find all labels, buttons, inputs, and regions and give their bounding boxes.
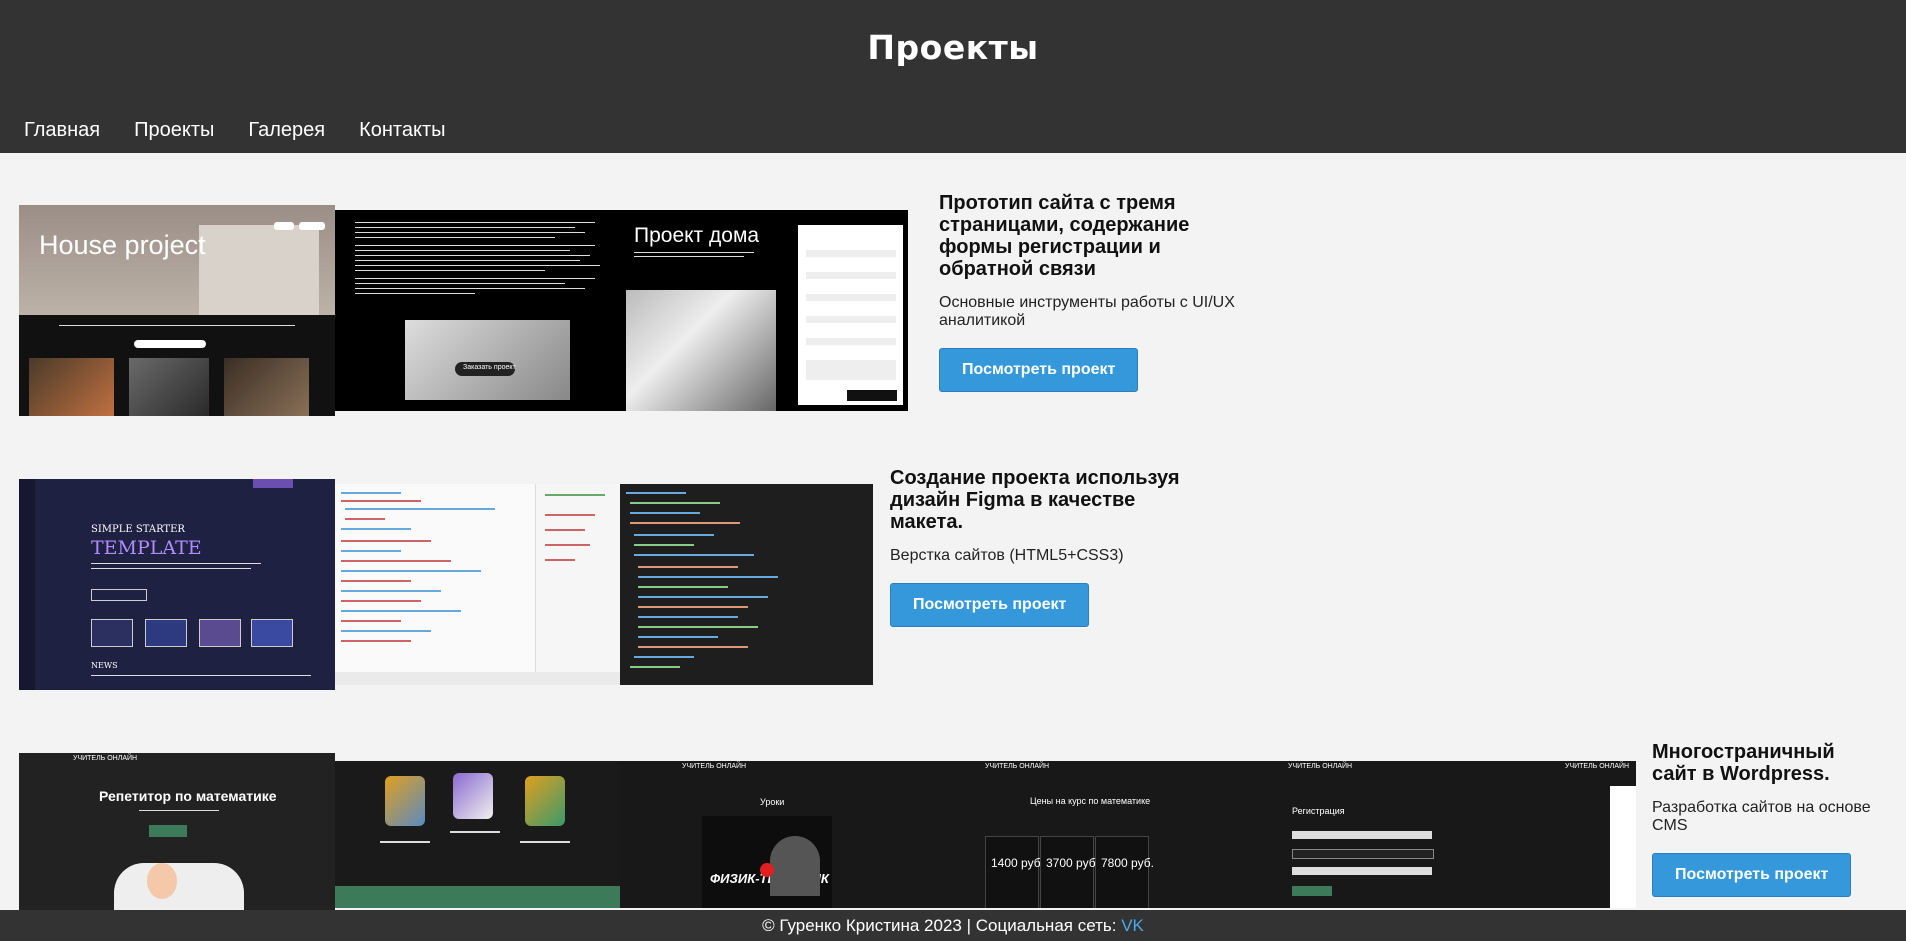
project-1-screenshot-1[interactable]: House project — [19, 205, 335, 416]
nav-link-contacts[interactable]: Контакты — [359, 119, 445, 142]
project-3-screenshot-3[interactable]: УЧИТЕЛЬ ОНЛАЙН Уроки ФИЗИК-ТЕОРЕТИК УЧИТ… — [620, 761, 1636, 908]
nav-link-gallery[interactable]: Галерея — [248, 119, 325, 142]
project-3-screenshot-2[interactable] — [335, 761, 620, 908]
project-2-screenshot-3[interactable] — [620, 484, 873, 685]
news-text: NEWS — [91, 661, 118, 670]
project-2-gallery: SIMPLE STARTER TEMPLATE NEWS — [19, 479, 873, 690]
price-3: 7800 руб. — [1101, 856, 1154, 870]
footer-vk-link[interactable]: VK — [1121, 916, 1144, 935]
site-header: Проекты Главная Проекты Галерея Контакты — [0, 0, 1906, 153]
tutor-heading: Репетитор по математике — [99, 788, 277, 804]
project-2-screenshot-2[interactable] — [335, 484, 620, 685]
project-1-view-button[interactable]: Посмотреть проект — [939, 348, 1139, 392]
site-footer: © Гуренко Кристина 2023 | Социальная сет… — [0, 910, 1906, 941]
project-1-gallery: House project Заказать проект Проект дом… — [19, 205, 908, 416]
project-1-info: Прототип сайта с тремя страницами, содер… — [939, 192, 1239, 392]
project-3-gallery: УЧИТЕЛЬ ОНЛАЙН Репетитор по математике У… — [19, 753, 1636, 910]
main-nav: Главная Проекты Галерея Контакты — [24, 119, 445, 142]
project-3-description: Разработка сайтов на основе CMS — [1652, 799, 1871, 834]
register-text: Регистрация — [1292, 806, 1345, 816]
nav-link-projects[interactable]: Проекты — [134, 119, 214, 142]
project-2-description: Верстка сайтов (HTML5+CSS3) — [890, 547, 1124, 564]
prices-title-text: Цены на курс по математике — [1030, 796, 1151, 806]
project-3-title: Многостраничный сайт в Wordpress. — [1652, 741, 1835, 785]
project-2-info: Создание проекта используя дизайн Figma … — [890, 467, 1190, 627]
price-1: 1400 руб. — [991, 856, 1044, 870]
project-1-description: Основные инструменты работы с UI/UX анал… — [939, 294, 1235, 329]
project-3-screenshot-1[interactable]: УЧИТЕЛЬ ОНЛАЙН Репетитор по математике — [19, 753, 335, 910]
house-project-text: House project — [39, 230, 206, 260]
tutor-site-logo: УЧИТЕЛЬ ОНЛАЙН — [73, 755, 138, 762]
nav-link-home[interactable]: Главная — [24, 119, 100, 142]
order-project-text: Заказать проект — [463, 364, 516, 371]
project-2-screenshot-1[interactable]: SIMPLE STARTER TEMPLATE NEWS — [19, 479, 335, 690]
template-text: TEMPLATE — [91, 537, 202, 559]
project-1-title: Прототип сайта с тремя страницами, содер… — [939, 192, 1190, 280]
page-title: Проекты — [867, 28, 1039, 67]
teacher-logo-3: УЧИТЕЛЬ ОНЛАЙН — [1288, 763, 1353, 770]
footer-copyright: © Гуренко Кристина 2023 | Социальная сет… — [762, 916, 1122, 935]
project-3-view-button[interactable]: Посмотреть проект — [1652, 853, 1852, 897]
project-1-screenshot-3[interactable]: Проект дома — [622, 210, 908, 411]
simple-starter-text: SIMPLE STARTER — [91, 524, 185, 535]
teacher-logo-2: УЧИТЕЛЬ ОНЛАЙН — [985, 763, 1050, 770]
project-2-view-button[interactable]: Посмотреть проект — [890, 583, 1090, 627]
teacher-logo-1: УЧИТЕЛЬ ОНЛАЙН — [682, 763, 747, 770]
lessons-text: Уроки — [760, 797, 785, 807]
price-2: 3700 руб. — [1046, 856, 1099, 870]
house-title-text: Проект дома — [634, 224, 760, 247]
project-1-screenshot-2[interactable]: Заказать проект — [335, 210, 622, 411]
project-2-title: Создание проекта используя дизайн Figma … — [890, 467, 1180, 533]
project-3-info: Многостраничный сайт в Wordpress. Разраб… — [1652, 741, 1882, 897]
teacher-logo-4: УЧИТЕЛЬ ОНЛАЙН — [1565, 763, 1630, 770]
